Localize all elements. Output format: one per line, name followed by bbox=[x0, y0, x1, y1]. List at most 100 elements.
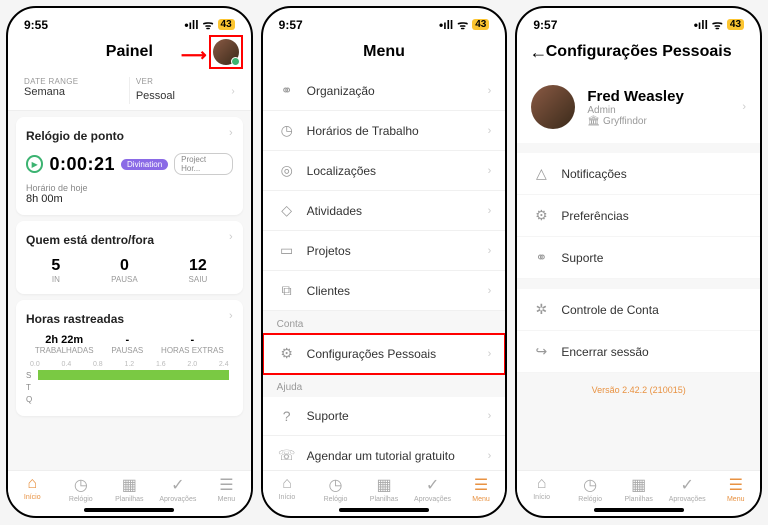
page-title: Configurações Pessoais bbox=[546, 43, 732, 61]
page-title: Menu bbox=[363, 43, 405, 61]
annotation-arrow: ⟶ bbox=[181, 45, 207, 66]
status-right: •ıll ᯤ 43 bbox=[439, 16, 489, 33]
chevron-right-icon: › bbox=[742, 101, 746, 113]
tab-home[interactable]: ⌂Início bbox=[8, 475, 57, 503]
play-icon[interactable]: ▶ bbox=[26, 155, 43, 173]
tab-clock[interactable]: ◷Relógio bbox=[566, 475, 615, 503]
phone-settings: 9:57 •ıll ᯤ 43 ← Configurações Pessoais … bbox=[515, 6, 762, 518]
tab-menu[interactable]: ☰Menu bbox=[202, 475, 251, 503]
support-icon: ⚭ bbox=[531, 249, 551, 266]
menu-tutorial[interactable]: ☏Agendar um tutorial gratuito› bbox=[263, 436, 506, 470]
stat-out: 12SAIU bbox=[189, 257, 208, 284]
status-bar: 9:57 •ıll ᯤ 43 bbox=[263, 8, 506, 37]
filter-date[interactable]: DATE RANGE Semana bbox=[18, 77, 130, 104]
stat-in: 5IN bbox=[51, 257, 60, 284]
account-icon: ✲ bbox=[531, 301, 551, 318]
stat-pause: 0PAUSA bbox=[111, 257, 138, 284]
tabbar: ⌂Início ◷Relógio ▦Planilhas ✓Aprovações … bbox=[263, 470, 506, 505]
menu-projects[interactable]: ▭Projetos› bbox=[263, 231, 506, 271]
profile-role: Admin bbox=[587, 105, 742, 116]
menu-activities[interactable]: ◇Atividades› bbox=[263, 191, 506, 231]
chevron-right-icon: › bbox=[488, 245, 492, 257]
tag-secondary[interactable]: Project Hor... bbox=[174, 153, 233, 175]
header: ← Configurações Pessoais bbox=[517, 37, 760, 71]
folder-icon: ▭ bbox=[277, 242, 297, 259]
signal-icon: •ıll bbox=[694, 18, 708, 32]
tab-home[interactable]: ⌂Início bbox=[517, 475, 566, 503]
user-gear-icon: ⚙ bbox=[277, 345, 297, 362]
back-button[interactable]: ← bbox=[529, 42, 547, 63]
col-worked: 2h 22mTRABALHADAS bbox=[35, 334, 94, 355]
clock-time: 0:00:21 bbox=[49, 154, 115, 175]
clock-card[interactable]: Relógio de ponto › ▶ 0:00:21 Divination … bbox=[16, 117, 243, 215]
clock-icon: ◷ bbox=[566, 475, 615, 495]
menu-icon: ☰ bbox=[457, 475, 506, 495]
chevron-right-icon: › bbox=[229, 310, 233, 322]
header: Painel ⟶ bbox=[8, 37, 251, 71]
signal-icon: •ıll bbox=[439, 18, 453, 32]
item-support[interactable]: ⚭Suporte bbox=[517, 237, 760, 279]
shield-icon: ✓ bbox=[154, 475, 203, 495]
tab-approve[interactable]: ✓Aprovações bbox=[154, 475, 203, 503]
chevron-right-icon: › bbox=[488, 285, 492, 297]
item-notifications[interactable]: △Notificações bbox=[517, 153, 760, 195]
clock-icon: ◷ bbox=[311, 475, 360, 495]
today-label: Horário de hoje bbox=[26, 183, 233, 193]
bar-q: Q bbox=[26, 394, 233, 404]
gear-icon: ⚙ bbox=[531, 207, 551, 224]
clock-icon: ◷ bbox=[57, 475, 106, 495]
phone-dashboard: 9:55 •ıll ᯤ 43 Painel ⟶ DATE RANGE Seman… bbox=[6, 6, 253, 518]
menu-org[interactable]: ⚭Organização› bbox=[263, 71, 506, 111]
who-card[interactable]: Quem está dentro/fora › 5IN 0PAUSA 12SAI… bbox=[16, 221, 243, 294]
header: Menu bbox=[263, 37, 506, 71]
pin-icon: ◎ bbox=[277, 162, 297, 179]
tag-project[interactable]: Divination bbox=[121, 159, 168, 170]
menu-clients[interactable]: ⧉Clientes› bbox=[263, 271, 506, 311]
shield-icon: ✓ bbox=[663, 475, 712, 495]
menu-support[interactable]: ?Suporte› bbox=[263, 397, 506, 436]
chevron-right-icon: › bbox=[488, 205, 492, 217]
tab-sheets[interactable]: ▦Planilhas bbox=[360, 475, 409, 503]
shield-icon: ✓ bbox=[408, 475, 457, 495]
tab-clock[interactable]: ◷Relógio bbox=[57, 475, 106, 503]
item-preferences[interactable]: ⚙Preferências bbox=[517, 195, 760, 237]
home-icon: ⌂ bbox=[263, 475, 312, 493]
content: ⚭Organização› ◷Horários de Trabalho› ◎Lo… bbox=[263, 71, 506, 470]
item-logout[interactable]: ↪Encerrar sessão bbox=[517, 331, 760, 373]
status-time: 9:57 bbox=[533, 18, 557, 32]
chevron-right-icon: › bbox=[231, 86, 234, 97]
bar-s: S bbox=[26, 370, 233, 380]
tab-sheets[interactable]: ▦Planilhas bbox=[614, 475, 663, 503]
filter-row: DATE RANGE Semana VER Pessoal › bbox=[8, 71, 251, 111]
today-value: 8h 00m bbox=[26, 193, 233, 205]
wifi-icon: ᯤ bbox=[712, 16, 723, 33]
tracked-card[interactable]: Horas rastreadas › 2h 22mTRABALHADAS -PA… bbox=[16, 300, 243, 416]
tab-approve[interactable]: ✓Aprovações bbox=[663, 475, 712, 503]
tab-approve[interactable]: ✓Aprovações bbox=[408, 475, 457, 503]
avatar-button[interactable] bbox=[213, 39, 239, 65]
content: DATE RANGE Semana VER Pessoal › Relógio … bbox=[8, 71, 251, 470]
home-icon: ⌂ bbox=[517, 475, 566, 493]
home-indicator bbox=[339, 508, 429, 512]
section-account: Conta bbox=[263, 311, 506, 334]
tab-menu[interactable]: ☰Menu bbox=[457, 475, 506, 503]
content: Fred Weasley Admin 🏛Gryffindor › △Notifi… bbox=[517, 71, 760, 470]
menu-icon: ☰ bbox=[711, 475, 760, 495]
avatar-highlight bbox=[209, 35, 243, 69]
chevron-right-icon: › bbox=[229, 127, 233, 139]
tab-menu[interactable]: ☰Menu bbox=[711, 475, 760, 503]
tab-home[interactable]: ⌂Início bbox=[263, 475, 312, 503]
menu-personal-settings[interactable]: ⚙Configurações Pessoais› bbox=[263, 334, 506, 374]
menu-locations[interactable]: ◎Localizações› bbox=[263, 151, 506, 191]
tab-clock[interactable]: ◷Relógio bbox=[311, 475, 360, 503]
bell-icon: △ bbox=[531, 165, 551, 182]
menu-schedules[interactable]: ◷Horários de Trabalho› bbox=[263, 111, 506, 151]
bar-t: T bbox=[26, 382, 233, 392]
item-account-control[interactable]: ✲Controle de Conta bbox=[517, 289, 760, 331]
status-bar: 9:55 •ıll ᯤ 43 bbox=[8, 8, 251, 37]
tab-sheets[interactable]: ▦Planilhas bbox=[105, 475, 154, 503]
profile-row[interactable]: Fred Weasley Admin 🏛Gryffindor › bbox=[517, 71, 760, 143]
filter-view[interactable]: VER Pessoal › bbox=[130, 77, 241, 104]
clock-row: ▶ 0:00:21 Divination Project Hor... bbox=[26, 153, 233, 175]
profile-name: Fred Weasley bbox=[587, 88, 742, 105]
